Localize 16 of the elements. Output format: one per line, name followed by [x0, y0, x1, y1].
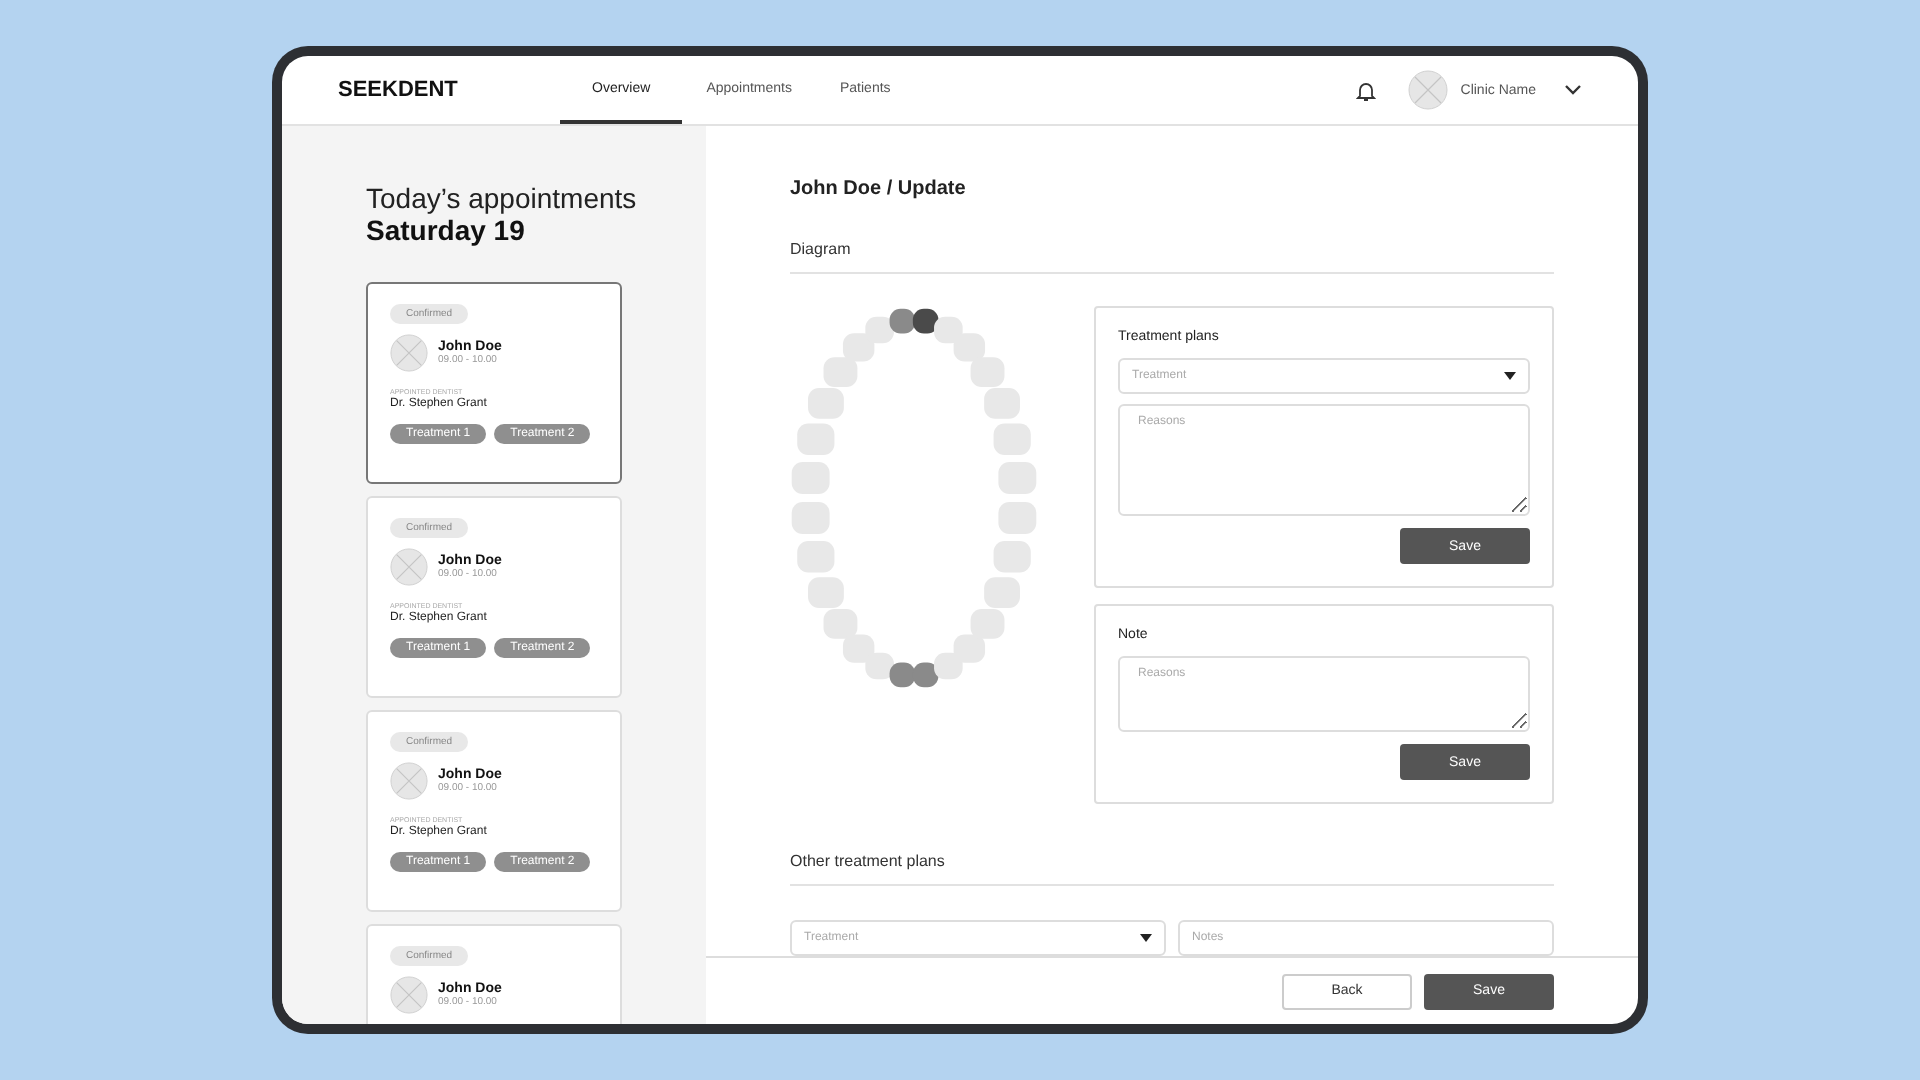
avatar-icon	[390, 762, 428, 800]
section-heading: Diagram	[790, 240, 1554, 274]
page-title: John Doe / Update	[790, 178, 968, 200]
avatar-icon	[390, 334, 428, 372]
chevron-down-icon[interactable]	[1564, 84, 1582, 96]
tooth[interactable]	[889, 308, 916, 334]
section-heading: Other treatment plans	[790, 852, 1554, 886]
dropdown-caret-icon	[1504, 372, 1516, 380]
dropdown-caret-icon	[1140, 934, 1152, 942]
sidebar-title: Today’s appointments	[366, 182, 639, 214]
avatar-icon	[1408, 70, 1449, 110]
notification-bell-icon[interactable]	[1356, 79, 1377, 101]
logo: SEEKDENT	[338, 78, 460, 102]
avatar-icon	[390, 548, 428, 586]
avatar-icon	[390, 976, 428, 1014]
sidebar-date: Saturday 19	[366, 214, 527, 246]
